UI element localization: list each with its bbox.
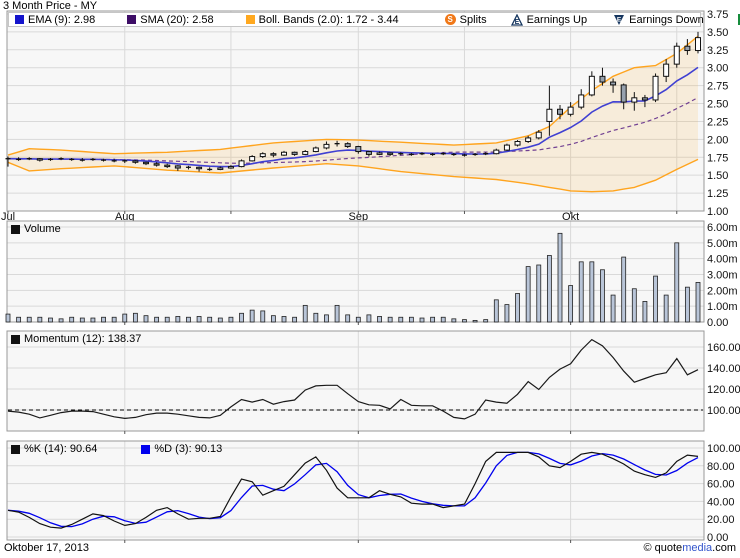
svg-text:4.00m: 4.00m <box>707 254 738 266</box>
earnings-up-label: Earnings Up <box>527 14 588 26</box>
svg-text:E: E <box>514 19 519 26</box>
svg-text:2.75: 2.75 <box>707 81 728 93</box>
footer-date: Oktober 17, 2013 <box>4 542 89 554</box>
legend-item-earnings-down: E Earnings Down <box>613 14 704 26</box>
svg-text:3.00m: 3.00m <box>707 270 738 282</box>
svg-text:3.00: 3.00 <box>707 63 728 75</box>
legend-item-ema: EMA (9): 2.98 <box>15 14 95 26</box>
svg-text:2.00: 2.00 <box>707 134 728 146</box>
ema-swatch-icon <box>15 15 24 24</box>
percent-d-swatch-icon <box>141 445 150 454</box>
svg-text:1.00m: 1.00m <box>707 301 738 313</box>
svg-text:2.00m: 2.00m <box>707 285 738 297</box>
chart-title: 3 Month Price - MY <box>3 0 97 12</box>
quotemedia-stock-chart: 3.75 3.50 3.25 3.00 2.75 2.50 2.25 2.00 1.75 1.50… <box>0 0 740 558</box>
percent-d-label: %D (3): 90.13 <box>154 443 222 455</box>
svg-text:2.25: 2.25 <box>707 116 728 128</box>
svg-text:100.00: 100.00 <box>707 405 740 417</box>
svg-text:1.00: 1.00 <box>707 206 728 218</box>
earnings-down-icon: E <box>613 14 625 26</box>
momentum-label: Momentum (12): 138.37 <box>24 333 141 345</box>
svg-text:160.00: 160.00 <box>707 342 740 354</box>
svg-text:1.25: 1.25 <box>707 188 728 200</box>
splits-icon: S <box>445 14 456 25</box>
earnings-up-icon: E <box>511 14 523 26</box>
price-legend: EMA (9): 2.98 SMA (20): 2.58 Boll. Bands… <box>8 12 701 27</box>
momentum-swatch-icon <box>11 335 20 344</box>
momentum-panel-label: Momentum (12): 138.37 <box>11 333 141 345</box>
svg-text:100.00: 100.00 <box>707 443 740 455</box>
svg-text:3.50: 3.50 <box>707 27 728 39</box>
svg-text:2.50: 2.50 <box>707 99 728 111</box>
svg-text:3.25: 3.25 <box>707 45 728 57</box>
earnings-down-label: Earnings Down <box>629 14 704 26</box>
sma-swatch-icon <box>127 15 136 24</box>
chart-canvas: 3.75 3.50 3.25 3.00 2.75 2.50 2.25 2.00 1.75 1.50… <box>0 0 740 558</box>
svg-text:1.75: 1.75 <box>707 152 728 164</box>
ema-label: EMA (9): 2.98 <box>28 14 95 26</box>
percent-k-swatch-icon <box>11 445 20 454</box>
legend-item-splits: S Splits <box>445 14 487 26</box>
footer-copyright: © quotemedia.com <box>643 542 736 554</box>
svg-text:140.00: 140.00 <box>707 363 740 375</box>
bollinger-label: Boll. Bands (2.0): 1.72 - 3.44 <box>259 14 399 26</box>
stochastic-panel-label: %K (14): 90.64 %D (3): 90.13 <box>11 443 222 455</box>
svg-text:40.00: 40.00 <box>707 496 735 508</box>
svg-text:120.00: 120.00 <box>707 384 740 396</box>
legend-item-boll: Boll. Bands (2.0): 1.72 - 3.44 <box>246 14 399 26</box>
copyright-suffix: .com <box>712 542 736 554</box>
splits-label: Splits <box>460 14 487 26</box>
volume-panel-label: Volume <box>11 223 61 235</box>
volume-swatch-icon <box>11 225 20 234</box>
bollinger-swatch-icon <box>246 15 255 24</box>
svg-text:20.00: 20.00 <box>707 514 735 526</box>
volume-label: Volume <box>24 223 61 235</box>
percent-k-label: %K (14): 90.64 <box>24 443 97 455</box>
svg-text:60.00: 60.00 <box>707 479 735 491</box>
sma-label: SMA (20): 2.58 <box>140 14 213 26</box>
svg-text:E: E <box>617 16 622 23</box>
svg-text:0.00: 0.00 <box>707 317 728 329</box>
svg-text:3.75: 3.75 <box>707 9 728 21</box>
svg-text:6.00m: 6.00m <box>707 222 738 234</box>
svg-text:5.00m: 5.00m <box>707 238 738 250</box>
svg-text:80.00: 80.00 <box>707 461 735 473</box>
quotemedia-brand: media <box>682 542 712 554</box>
legend-item-earnings-up: E Earnings Up <box>511 14 588 26</box>
legend-item-sma: SMA (20): 2.58 <box>127 14 213 26</box>
svg-text:1.50: 1.50 <box>707 170 728 182</box>
copyright-prefix: © quote <box>643 542 682 554</box>
